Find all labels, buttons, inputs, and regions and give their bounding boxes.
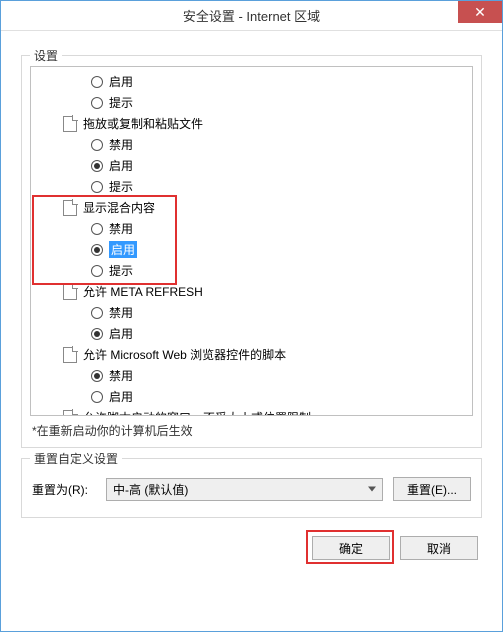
settings-group: 设置 启用提示拖放或复制和粘贴文件禁用启用提示显示混合内容禁用启用提示允许 ME… bbox=[21, 55, 482, 448]
dialog-content: 设置 启用提示拖放或复制和粘贴文件禁用启用提示显示混合内容禁用启用提示允许 ME… bbox=[1, 31, 502, 574]
tree-radio-option[interactable]: 启用 bbox=[35, 155, 468, 176]
ok-button-label: 确定 bbox=[339, 540, 363, 557]
tree-folder-label: 允许 Microsoft Web 浏览器控件的脚本 bbox=[83, 346, 286, 363]
reset-group: 重置自定义设置 重置为(R): 中-高 (默认值) 重置(E)... bbox=[21, 458, 482, 518]
radio-icon bbox=[91, 181, 103, 193]
close-icon: ✕ bbox=[474, 4, 486, 21]
tree-radio-label: 禁用 bbox=[109, 304, 133, 321]
radio-icon bbox=[91, 76, 103, 88]
tree-radio-option[interactable]: 禁用 bbox=[35, 302, 468, 323]
settings-group-label: 设置 bbox=[30, 47, 62, 64]
document-icon bbox=[63, 116, 77, 132]
tree-radio-option[interactable]: 提示 bbox=[35, 92, 468, 113]
reset-row: 重置为(R): 中-高 (默认值) 重置(E)... bbox=[30, 469, 473, 509]
tree-radio-label: 启用 bbox=[109, 241, 137, 258]
tree-folder[interactable]: 允许 META REFRESH bbox=[35, 281, 468, 302]
tree-radio-label: 提示 bbox=[109, 94, 133, 111]
tree-radio-option[interactable]: 启用 bbox=[35, 71, 468, 92]
cancel-button-label: 取消 bbox=[427, 540, 451, 557]
tree-folder-label: 允许脚本启动的窗口，不受大小或位置限制 bbox=[83, 409, 311, 416]
tree-folder-label: 显示混合内容 bbox=[83, 199, 155, 216]
radio-icon bbox=[91, 223, 103, 235]
tree-radio-label: 禁用 bbox=[109, 220, 133, 237]
tree-folder[interactable]: 显示混合内容 bbox=[35, 197, 468, 218]
radio-icon bbox=[91, 328, 103, 340]
radio-icon bbox=[91, 307, 103, 319]
dialog-window: 安全设置 - Internet 区域 ✕ 设置 启用提示拖放或复制和粘贴文件禁用… bbox=[0, 0, 503, 632]
tree-radio-option[interactable]: 启用 bbox=[35, 323, 468, 344]
select-value: 中-高 (默认值) bbox=[113, 481, 188, 498]
tree-folder-label: 允许 META REFRESH bbox=[83, 283, 203, 300]
tree-radio-option[interactable]: 禁用 bbox=[35, 134, 468, 155]
tree-radio-label: 启用 bbox=[109, 73, 133, 90]
document-icon bbox=[63, 410, 77, 417]
settings-tree[interactable]: 启用提示拖放或复制和粘贴文件禁用启用提示显示混合内容禁用启用提示允许 META … bbox=[30, 66, 473, 416]
document-icon bbox=[63, 200, 77, 216]
tree-radio-label: 启用 bbox=[109, 388, 133, 405]
tree-radio-option[interactable]: 提示 bbox=[35, 176, 468, 197]
radio-icon bbox=[91, 370, 103, 382]
tree-radio-label: 禁用 bbox=[109, 136, 133, 153]
radio-icon bbox=[91, 391, 103, 403]
window-title: 安全设置 - Internet 区域 bbox=[1, 6, 502, 25]
radio-icon bbox=[91, 160, 103, 172]
tree-radio-option[interactable]: 禁用 bbox=[35, 218, 468, 239]
tree-folder[interactable]: 允许 Microsoft Web 浏览器控件的脚本 bbox=[35, 344, 468, 365]
tree-folder[interactable]: 拖放或复制和粘贴文件 bbox=[35, 113, 468, 134]
tree-radio-label: 禁用 bbox=[109, 367, 133, 384]
radio-icon bbox=[91, 139, 103, 151]
tree-radio-label: 启用 bbox=[109, 325, 133, 342]
chevron-down-icon bbox=[368, 487, 376, 492]
radio-icon bbox=[91, 244, 103, 256]
reset-group-label: 重置自定义设置 bbox=[30, 450, 122, 467]
tree-radio-option[interactable]: 禁用 bbox=[35, 365, 468, 386]
radio-icon bbox=[91, 97, 103, 109]
tree-radio-label: 提示 bbox=[109, 262, 133, 279]
tree-radio-option[interactable]: 提示 bbox=[35, 260, 468, 281]
ok-button[interactable]: 确定 bbox=[312, 536, 390, 560]
reset-level-select[interactable]: 中-高 (默认值) bbox=[106, 478, 383, 501]
document-icon bbox=[63, 284, 77, 300]
tree-radio-option[interactable]: 启用 bbox=[35, 386, 468, 407]
tree-radio-label: 提示 bbox=[109, 178, 133, 195]
document-icon bbox=[63, 347, 77, 363]
reset-button[interactable]: 重置(E)... bbox=[393, 477, 471, 501]
tree-radio-option[interactable]: 启用 bbox=[35, 239, 468, 260]
radio-icon bbox=[91, 265, 103, 277]
reset-button-label: 重置(E)... bbox=[407, 481, 457, 498]
close-button[interactable]: ✕ bbox=[458, 1, 502, 23]
dialog-button-row: 确定 取消 bbox=[21, 518, 482, 560]
tree-folder[interactable]: 允许脚本启动的窗口，不受大小或位置限制 bbox=[35, 407, 468, 416]
tree-folder-label: 拖放或复制和粘贴文件 bbox=[83, 115, 203, 132]
reset-to-label: 重置为(R): bbox=[32, 481, 96, 498]
restart-note: *在重新启动你的计算机后生效 bbox=[30, 416, 473, 439]
cancel-button[interactable]: 取消 bbox=[400, 536, 478, 560]
title-bar: 安全设置 - Internet 区域 ✕ bbox=[1, 1, 502, 31]
tree-radio-label: 启用 bbox=[109, 157, 133, 174]
